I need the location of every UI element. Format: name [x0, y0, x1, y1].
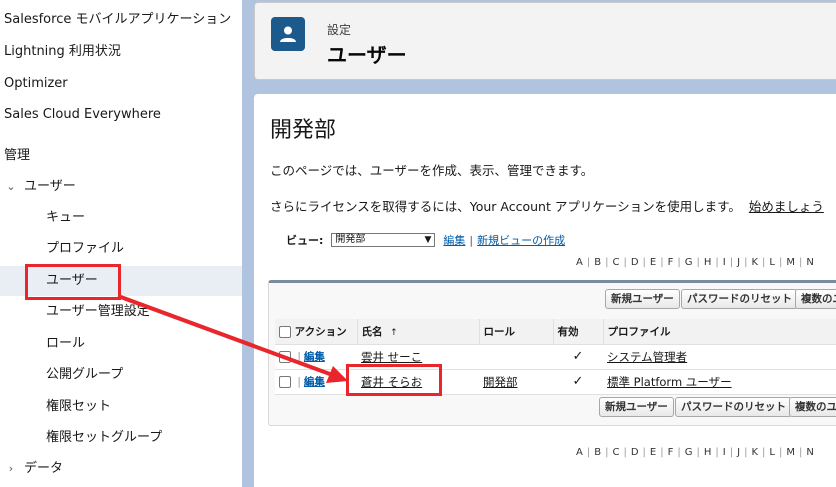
annotation-arrow: [117, 294, 348, 383]
